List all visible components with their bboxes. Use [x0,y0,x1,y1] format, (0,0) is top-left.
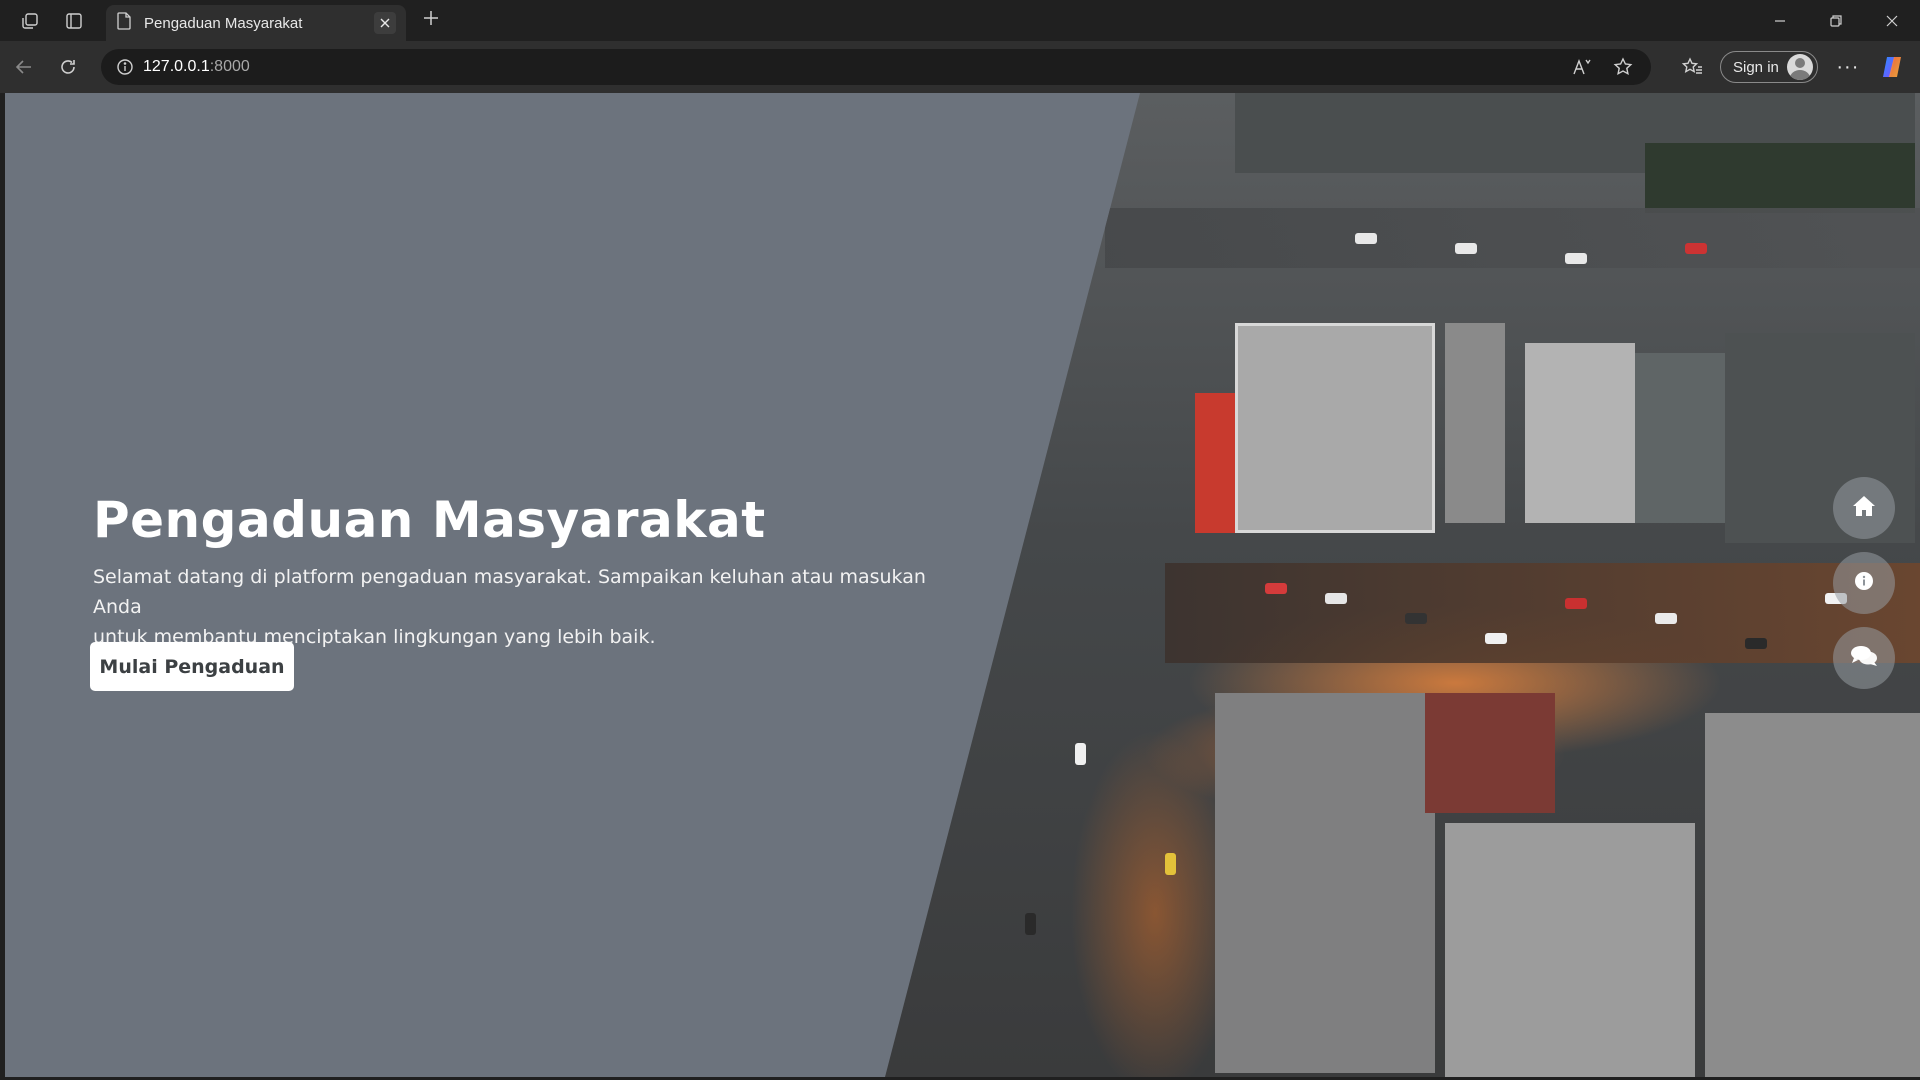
building-block [1635,353,1725,523]
building-block [1195,393,1235,533]
building-block [1445,823,1695,1077]
plus-icon [422,9,440,32]
window-close-icon[interactable] [1864,0,1920,41]
minimize-icon[interactable] [1752,0,1808,41]
building-block [1425,693,1555,813]
hero-description-line1: Selamat datang di platform pengaduan mas… [93,566,926,618]
car [1745,638,1767,649]
avatar [1786,54,1813,80]
close-icon[interactable] [374,12,396,34]
building-block [1235,323,1435,533]
building-block [1705,713,1920,1077]
tab-actions-icon[interactable] [52,0,96,41]
workspaces-icon[interactable] [8,0,52,41]
building-block [1215,693,1435,1073]
building-block [1525,343,1635,523]
car [1565,253,1587,264]
restore-icon[interactable] [1808,0,1864,41]
building-block [1445,323,1505,523]
info-icon [1854,571,1874,596]
info-icon[interactable] [107,58,143,76]
home-button[interactable] [1833,477,1895,539]
hero-content: Pengaduan Masyarakat Selamat datang di p… [93,493,933,652]
page-icon [116,11,132,35]
start-complaint-button[interactable]: Mulai Pengaduan [90,642,294,691]
window-controls [1752,0,1920,41]
chat-button[interactable] [1833,627,1895,689]
street [1105,208,1920,268]
signin-button[interactable]: Sign in [1720,51,1818,83]
car [1455,243,1477,254]
car [1355,233,1377,244]
address-host: 127.0.0.1 [143,58,210,75]
address-port: :8000 [209,58,250,75]
copilot-icon[interactable] [1870,45,1914,89]
hero-title: Pengaduan Masyarakat [93,491,766,549]
car [1165,853,1176,875]
toolbar-right: Sign in ··· [1670,41,1914,93]
car [1325,593,1347,604]
page-viewport: Pengaduan Masyarakat Selamat datang di p… [5,93,1920,1077]
hero-description: Selamat datang di platform pengaduan mas… [93,562,933,652]
read-aloud-icon[interactable] [1563,49,1603,85]
browser-tab[interactable]: Pengaduan Masyarakat [106,5,406,41]
car [1485,633,1507,644]
car [1655,613,1677,624]
favorites-icon[interactable] [1670,45,1714,89]
address-bar[interactable]: 127.0.0.1:8000 [101,49,1651,85]
info-button[interactable] [1833,552,1895,614]
new-tab-button[interactable] [410,0,452,41]
reload-icon[interactable] [46,45,90,89]
home-icon [1852,495,1876,522]
green-area [1645,143,1915,213]
car [1265,583,1287,594]
back-icon[interactable] [2,45,46,89]
star-icon[interactable] [1603,49,1643,85]
address-actions [1563,49,1643,85]
car [1405,613,1427,624]
car [1025,913,1036,935]
street [1165,563,1920,663]
chat-icon [1850,644,1878,673]
car [1565,598,1587,609]
signin-label: Sign in [1733,58,1779,76]
more-icon[interactable]: ··· [1826,45,1870,89]
car [1685,243,1707,254]
browser-toolbar: 127.0.0.1:8000 Sign in ··· [0,41,1920,93]
car [1075,743,1086,765]
tab-title: Pengaduan Masyarakat [144,14,303,32]
